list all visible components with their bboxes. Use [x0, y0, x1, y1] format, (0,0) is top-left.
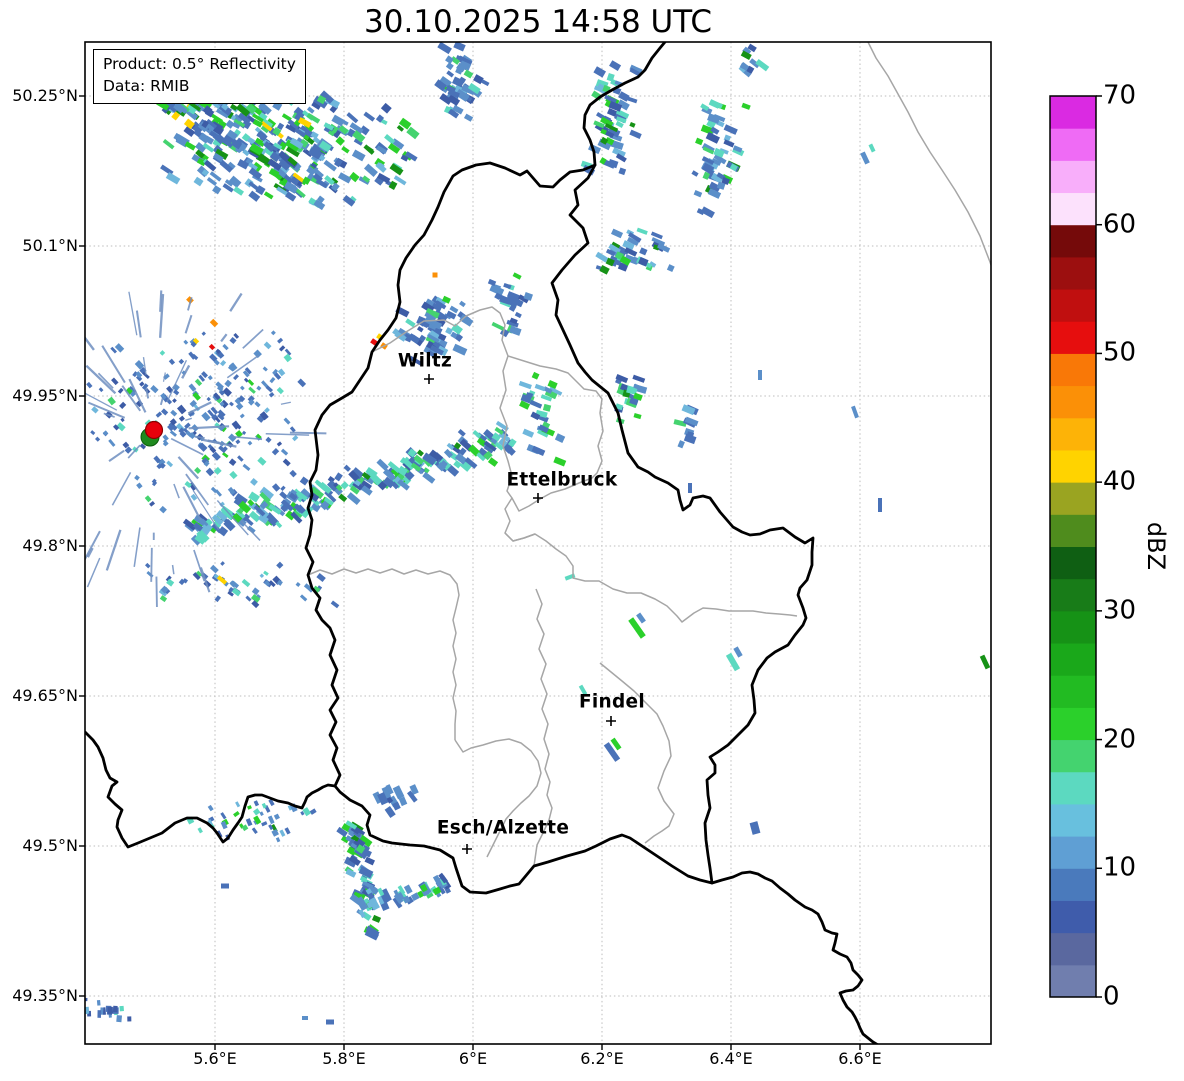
- y-tick-label: 49.65°N: [0, 686, 78, 705]
- annotation-data-line: Data: RMIB: [103, 75, 296, 97]
- grid-lines: [85, 42, 991, 1044]
- colorbar-tick-label: 50: [1103, 338, 1136, 368]
- annotation-product-line: Product: 0.5° Reflectivity: [103, 53, 296, 75]
- x-tick-label: 5.6°E: [193, 1049, 237, 1068]
- country-borders: [85, 42, 883, 1047]
- city-label-findel: Findel: [579, 691, 645, 712]
- radar-site-marker: [141, 422, 163, 447]
- y-tick-label: 49.95°N: [0, 386, 78, 405]
- colorbar-tick-label: 30: [1103, 595, 1136, 625]
- annotation-box: Product: 0.5° Reflectivity Data: RMIB: [93, 49, 306, 104]
- x-tick-label: 6°E: [459, 1049, 487, 1068]
- city-label-wiltz: Wiltz: [398, 350, 452, 371]
- city-label-esch-alzette: Esch/Alzette: [437, 817, 569, 838]
- colorbar-unit-label: dBZ: [1142, 522, 1170, 570]
- x-tick-label: 6.4°E: [709, 1049, 753, 1068]
- plot-title: 30.10.2025 14:58 UTC: [85, 4, 991, 40]
- y-tick-label: 49.35°N: [0, 986, 78, 1005]
- radar-echoes: [83, 41, 990, 1024]
- y-tick-label: 49.8°N: [0, 536, 78, 555]
- plot-frame: [85, 42, 991, 1044]
- colorbar-tick-label: 20: [1103, 724, 1136, 754]
- y-tick-label: 50.1°N: [0, 236, 78, 255]
- colorbar-tick-label: 60: [1103, 209, 1136, 239]
- y-tick-label: 50.25°N: [0, 86, 78, 105]
- x-tick-label: 5.8°E: [322, 1049, 366, 1068]
- city-label-ettelbruck: Ettelbruck: [506, 469, 617, 490]
- radar-map-canvas: [0, 0, 1184, 1081]
- colorbar-tick-label: 40: [1103, 467, 1136, 497]
- radar-clutter-spokes: [0, 290, 326, 607]
- x-tick-label: 6.6°E: [838, 1049, 882, 1068]
- colorbar: [1050, 96, 1102, 998]
- x-tick-label: 6.2°E: [580, 1049, 624, 1068]
- colorbar-tick-label: 0: [1103, 981, 1120, 1011]
- colorbar-tick-label: 10: [1103, 853, 1136, 883]
- colorbar-tick-label: 70: [1103, 80, 1136, 110]
- y-tick-label: 49.5°N: [0, 836, 78, 855]
